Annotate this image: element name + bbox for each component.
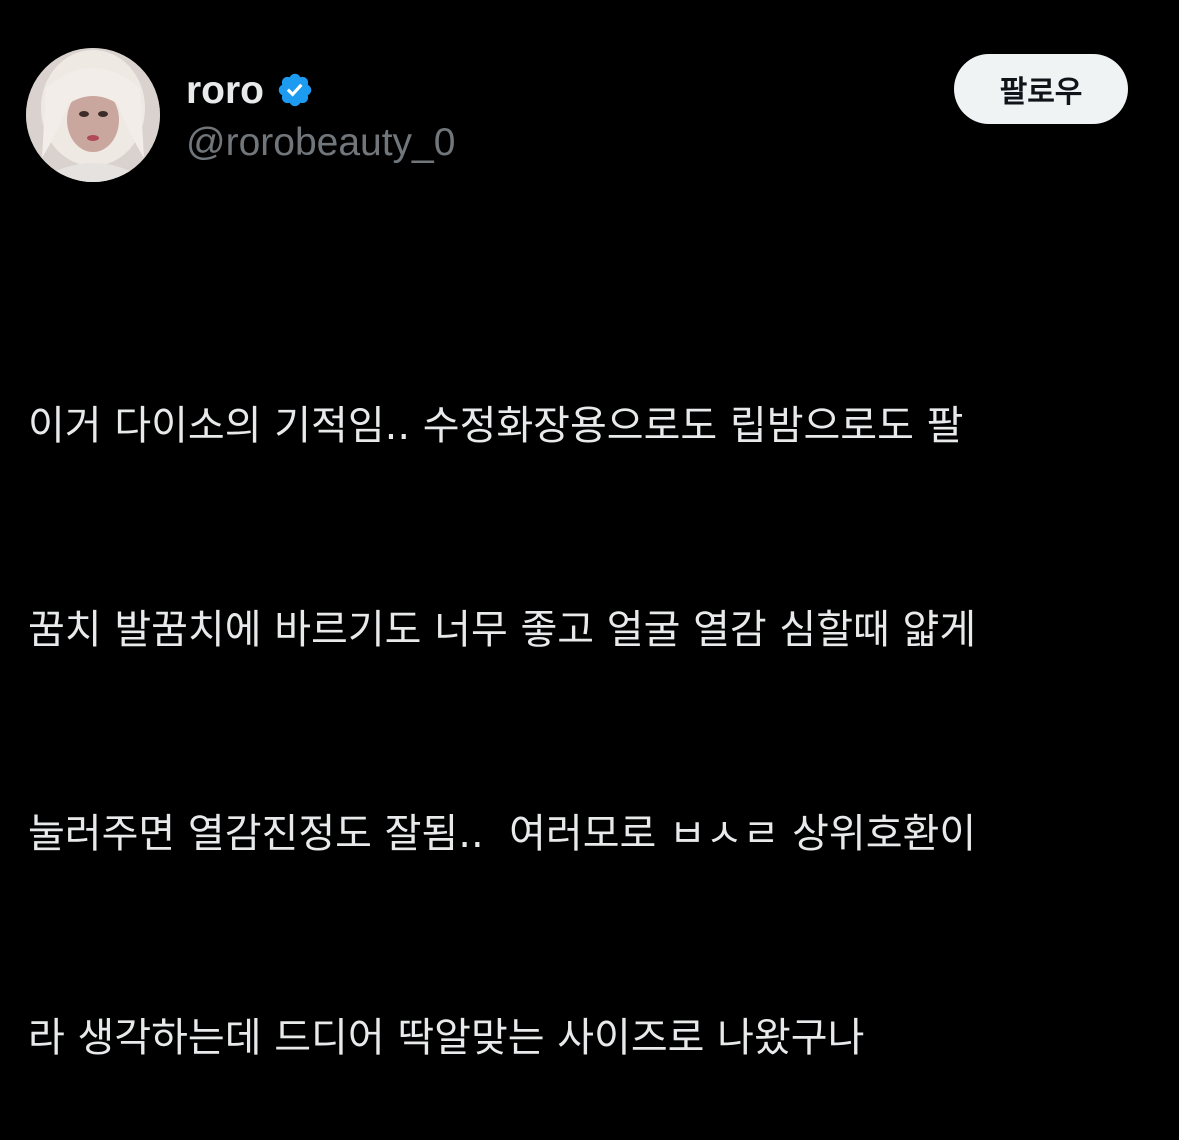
avatar-photo-icon xyxy=(26,48,160,182)
follow-button[interactable]: 팔로우 xyxy=(954,54,1128,124)
author-name-row: roro xyxy=(186,64,314,116)
tweet-line: 이거 다이소의 기적임.. 수정화장용으로도 립밤으로도 팔 xyxy=(28,403,964,449)
verified-badge-icon xyxy=(278,73,312,107)
author-display-name[interactable]: roro xyxy=(186,71,264,110)
avatar[interactable] xyxy=(26,48,160,182)
author-handle[interactable]: @rorobeauty_0 xyxy=(186,120,455,167)
tweet-text: 이거 다이소의 기적임.. 수정화장용으로도 립밤으로도 팔 꿈치 발꿈치에 바… xyxy=(28,256,1158,1140)
tweet-line: 눌러주면 열감진정도 잘됨.. 여러모로 ㅂㅅㄹ 상위호환이 xyxy=(28,811,977,857)
tweet-line: 라 생각하는데 드디어 딱알맞는 사이즈로 나왔구나 xyxy=(28,1015,865,1061)
tweet-line: 꿈치 발꿈치에 바르기도 너무 좋고 얼굴 열감 심할때 얇게 xyxy=(28,607,977,653)
